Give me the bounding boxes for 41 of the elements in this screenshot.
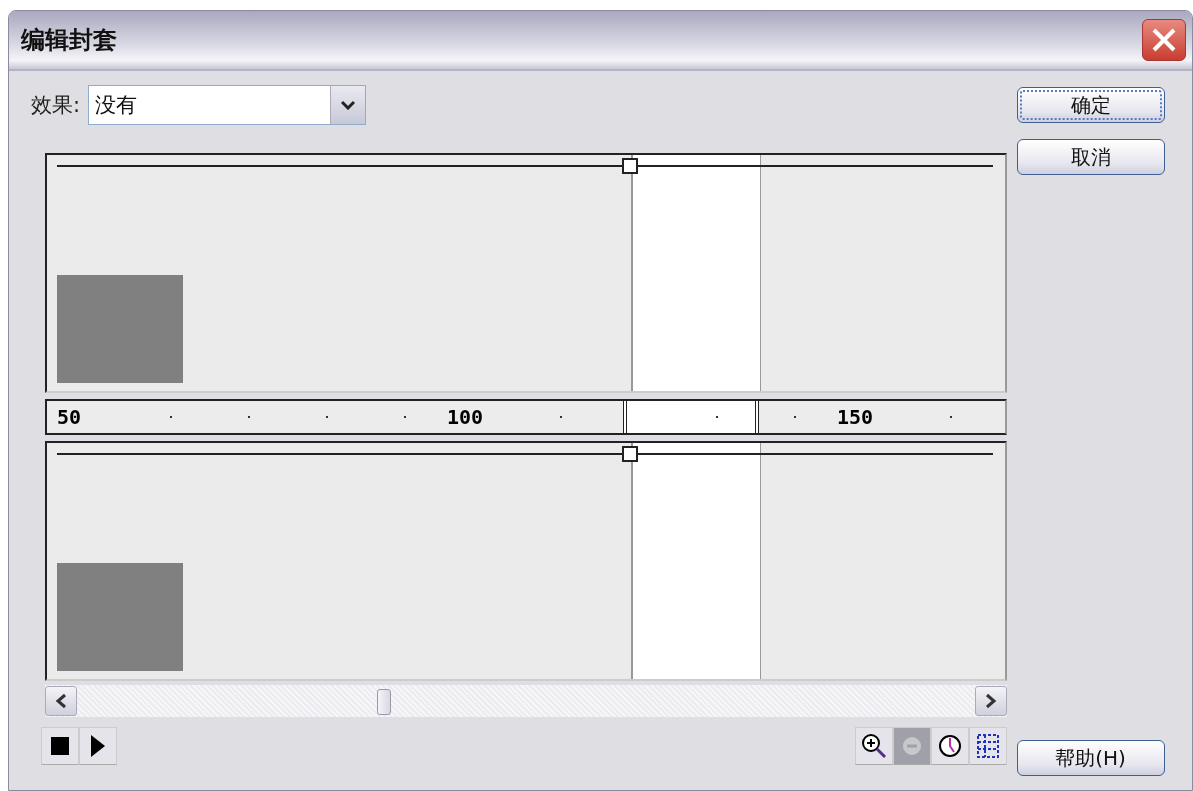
envelope-handle[interactable]	[622, 158, 638, 174]
stop-icon	[51, 737, 69, 755]
close-icon	[1151, 27, 1177, 53]
effect-label: 效果:	[31, 92, 81, 119]
time-button[interactable]	[931, 727, 969, 765]
ruler-label: 50	[57, 405, 82, 429]
play-button[interactable]	[79, 727, 117, 765]
envelope-panel[interactable]	[45, 441, 1007, 681]
close-button[interactable]	[1142, 19, 1186, 61]
scrollbar[interactable]	[45, 685, 1007, 717]
ruler-label: 100	[447, 405, 484, 429]
dialog-button[interactable]: 取消	[1016, 139, 1165, 175]
scroll-thumb[interactable]	[376, 689, 391, 715]
ruler-tick	[248, 416, 250, 418]
frames-button[interactable]	[969, 727, 1007, 765]
ruler-tick	[794, 416, 796, 418]
zoom-in-icon	[860, 732, 888, 760]
chevron-right-icon	[985, 693, 997, 709]
effect-dropdown[interactable]: 没有	[88, 85, 367, 125]
help-button[interactable]: 帮助(H)	[1016, 740, 1165, 776]
play-icon	[91, 735, 105, 757]
envelope-panel[interactable]	[45, 153, 1007, 393]
stop-button[interactable]	[41, 727, 79, 765]
ruler-label: 150	[837, 405, 874, 429]
scroll-right-button[interactable]	[975, 686, 1007, 716]
chevron-left-icon	[55, 693, 67, 709]
chevron-down-icon	[341, 100, 356, 110]
window-title: 编辑封套	[21, 25, 117, 56]
scroll-left-button[interactable]	[45, 686, 77, 716]
ruler-tick	[716, 416, 718, 418]
ruler-tick	[950, 416, 952, 418]
zoom-in-button[interactable]	[855, 727, 893, 765]
envelope-handle[interactable]	[622, 446, 638, 462]
dialog-button[interactable]: 确定	[1016, 87, 1165, 123]
ruler-tick	[170, 416, 172, 418]
frames-icon	[976, 733, 1000, 759]
clock-icon	[938, 734, 962, 758]
ruler-tick	[404, 416, 406, 418]
ruler-tick	[326, 416, 328, 418]
ruler-tick	[560, 416, 562, 418]
zoom-out-icon	[900, 734, 924, 758]
